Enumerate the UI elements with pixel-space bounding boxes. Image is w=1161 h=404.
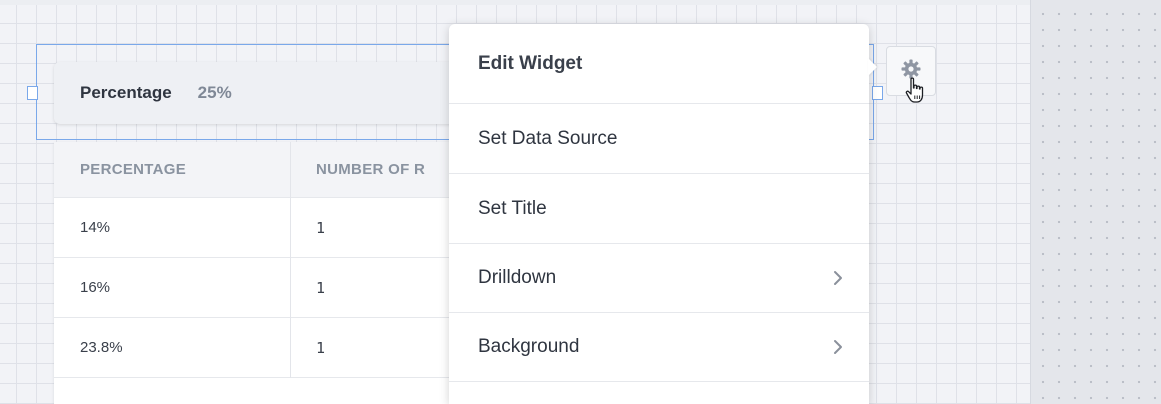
table-cell-percentage: 23.8% bbox=[80, 339, 123, 356]
column-divider bbox=[290, 142, 291, 378]
table-cell-count: 1 bbox=[316, 338, 326, 357]
menu-item-set-title[interactable]: Set Title bbox=[449, 174, 869, 244]
menu-item-label: Drilldown bbox=[478, 267, 557, 288]
table-cell-count: 1 bbox=[316, 218, 326, 237]
table-header-row: PERCENTAGE NUMBER OF R bbox=[54, 142, 474, 198]
menu-item-label: Set Data Source bbox=[478, 127, 618, 149]
menu-item-set-data-source[interactable]: Set Data Source bbox=[449, 104, 869, 174]
table-row: 23.8% 1 bbox=[54, 318, 474, 378]
chevron-right-icon bbox=[834, 271, 842, 285]
table-row: 16% 1 bbox=[54, 258, 474, 318]
menu-item-background[interactable]: Background bbox=[449, 313, 869, 382]
widget-title-bar[interactable]: Percentage 25% bbox=[54, 62, 474, 124]
resize-handle-left[interactable] bbox=[27, 86, 38, 100]
hand-cursor-icon bbox=[905, 77, 924, 103]
menu-pointer-caret bbox=[868, 58, 877, 76]
table-row: 14% 1 bbox=[54, 198, 474, 258]
table-cell-count: 1 bbox=[316, 278, 326, 297]
dotted-side-panel bbox=[1030, 0, 1161, 404]
menu-item-label: Background bbox=[478, 336, 580, 357]
edit-widget-menu: Edit Widget Set Data Source Set Title Dr… bbox=[449, 24, 869, 404]
column-header-number-of-records[interactable]: NUMBER OF R bbox=[316, 142, 425, 197]
widget-title-value: 25% bbox=[197, 83, 232, 102]
canvas-top-strip bbox=[0, 0, 1161, 5]
table-cell-percentage: 16% bbox=[80, 279, 111, 296]
widget-title-label: Percentage bbox=[80, 83, 172, 102]
chevron-right-icon bbox=[834, 340, 842, 354]
resize-handle-right[interactable] bbox=[872, 86, 883, 100]
column-header-percentage[interactable]: PERCENTAGE bbox=[80, 142, 186, 197]
table-cell-percentage: 14% bbox=[80, 219, 111, 236]
data-table: PERCENTAGE NUMBER OF R 14% 1 16% 1 23.8%… bbox=[54, 142, 474, 404]
menu-item-label: Set Title bbox=[478, 197, 547, 219]
menu-header-edit-widget: Edit Widget bbox=[449, 24, 869, 104]
menu-item-drilldown[interactable]: Drilldown bbox=[449, 244, 869, 313]
